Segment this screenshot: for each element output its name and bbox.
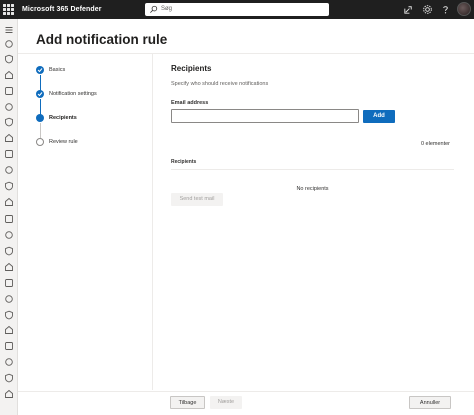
settings-icon[interactable] <box>4 357 14 367</box>
step-label: Recipients <box>49 115 77 121</box>
avatar[interactable] <box>457 2 471 16</box>
step-basics[interactable]: Basics <box>36 64 146 76</box>
trophy-icon[interactable] <box>4 117 14 127</box>
email-icon[interactable] <box>4 262 14 272</box>
check-icon <box>36 90 44 98</box>
step-label: Notification settings <box>49 91 97 97</box>
page-title: Add notification rule <box>36 32 168 47</box>
identities-icon[interactable] <box>4 246 14 256</box>
email-field[interactable] <box>171 109 359 123</box>
cloud-apps-icon[interactable] <box>4 278 14 288</box>
wizard-stepper: Basics Notification settings Recipients … <box>36 64 146 154</box>
table-divider <box>171 169 454 170</box>
help-icon[interactable] <box>440 4 451 15</box>
menu-icon[interactable] <box>4 25 14 35</box>
threat-analytics-icon[interactable] <box>4 133 14 143</box>
step-notification-settings[interactable]: Notification settings <box>36 88 146 100</box>
customize-icon[interactable] <box>4 389 14 399</box>
reports-icon[interactable] <box>4 294 14 304</box>
app-launcher-icon[interactable] <box>3 4 14 15</box>
header-divider <box>18 53 474 54</box>
section-title: Recipients <box>171 64 212 73</box>
more-icon[interactable] <box>4 373 14 383</box>
action-center-icon[interactable] <box>4 102 14 112</box>
nav-rail <box>0 19 18 415</box>
permissions-icon[interactable] <box>4 341 14 351</box>
health-icon[interactable] <box>4 325 14 335</box>
assets-icon[interactable] <box>4 214 14 224</box>
incidents-icon[interactable] <box>4 70 14 80</box>
gear-icon[interactable] <box>422 4 433 15</box>
column-header-recipients[interactable]: Recipients <box>171 159 196 166</box>
search-input[interactable]: Søg <box>161 5 172 14</box>
next-button[interactable]: Næste <box>210 396 242 409</box>
devices-icon[interactable] <box>4 230 14 240</box>
back-button[interactable]: Tilbage <box>170 396 205 409</box>
secure-score-icon[interactable] <box>4 149 14 159</box>
footer-divider <box>18 391 474 392</box>
section-description: Specify who should receive notifications <box>171 81 269 87</box>
step-label: Review rule <box>49 139 78 145</box>
audit-icon[interactable] <box>4 310 14 320</box>
step-label: Basics <box>49 67 66 73</box>
pending-step-icon <box>36 138 44 146</box>
cancel-button[interactable]: Annuller <box>409 396 451 409</box>
add-button[interactable]: Add <box>363 110 395 123</box>
email-label: Email address <box>171 100 209 106</box>
step-recipients[interactable]: Recipients <box>36 112 146 124</box>
home-icon[interactable] <box>4 39 14 49</box>
learning-icon[interactable] <box>4 165 14 175</box>
step-review-rule[interactable]: Review rule <box>36 136 146 148</box>
send-test-mail-button[interactable]: Send test mail <box>171 193 223 206</box>
empty-state: No recipients <box>296 186 329 192</box>
item-count: 0 elementer <box>420 141 450 147</box>
check-icon <box>36 66 44 74</box>
panel-divider <box>152 54 153 390</box>
hunting-icon[interactable] <box>4 86 14 96</box>
shield-icon[interactable] <box>4 54 14 64</box>
search-icon <box>150 5 158 13</box>
search-box[interactable]: Søg <box>145 3 329 16</box>
trials-icon[interactable] <box>4 181 14 191</box>
app-title[interactable]: Microsoft 365 Defender <box>22 4 102 15</box>
partner-icon[interactable] <box>4 197 14 207</box>
top-bar: Microsoft 365 Defender Søg <box>0 0 474 19</box>
share-icon[interactable] <box>403 4 414 15</box>
current-step-icon <box>36 114 44 122</box>
